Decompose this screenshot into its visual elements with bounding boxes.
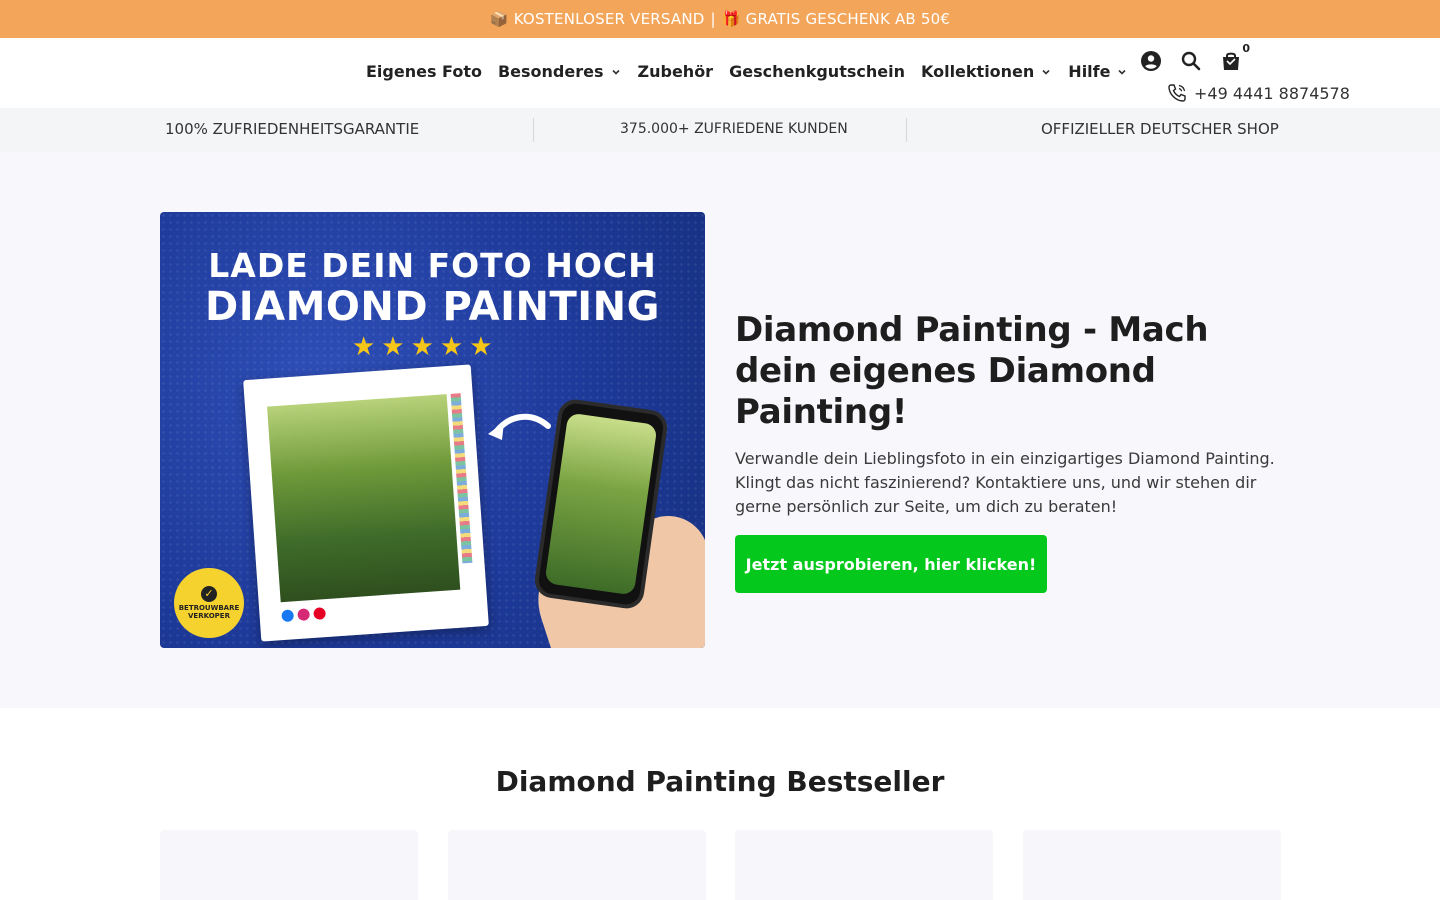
- nav-item-label: Zubehör: [637, 62, 714, 81]
- nav-item-label: Geschenkgutschein: [729, 62, 905, 81]
- nav-item-eigenes-foto[interactable]: Eigenes Foto: [366, 62, 482, 81]
- header-icons: 0: [1138, 42, 1258, 74]
- product-card[interactable]: [160, 830, 418, 900]
- arrow-icon: [488, 413, 551, 440]
- phone-icon: [1168, 84, 1186, 102]
- check-icon: ✓: [201, 585, 217, 602]
- nav-item-label: Hilfe: [1068, 62, 1111, 81]
- product-card[interactable]: [1023, 830, 1281, 900]
- account-icon[interactable]: [1138, 48, 1164, 74]
- bestseller-heading: Diamond Painting Bestseller: [495, 765, 945, 798]
- announcement-shipping: 📦 KOSTENLOSER VERSAND: [489, 10, 705, 28]
- hero-text: Diamond Painting - Mach dein eigenes Dia…: [735, 310, 1285, 593]
- pinterest-icon: [313, 607, 326, 620]
- announcement-separator: |: [710, 10, 716, 28]
- hero-description: Verwandle dein Lieblingsfoto in ein einz…: [735, 449, 1275, 516]
- product-card[interactable]: [448, 830, 706, 900]
- usp-satisfaction: 100% ZUFRIEDENHEITSGARANTIE: [165, 120, 420, 138]
- nav-item-label: Besonderes: [497, 62, 604, 81]
- nav-item-geschenkgutschein[interactable]: Geschenkgutschein: [729, 62, 905, 81]
- announcement-bar: 📦 KOSTENLOSER VERSAND | 🎁 GRATIS GESCHEN…: [0, 0, 1440, 38]
- social-icons: [281, 607, 330, 623]
- hero-image-subheadline: DIAMOND PAINTING: [205, 284, 660, 330]
- search-icon[interactable]: [1178, 48, 1204, 74]
- nav-item-kollektionen[interactable]: Kollektionen: [921, 62, 1052, 81]
- nav-item-label: Kollektionen: [920, 62, 1035, 81]
- cart-icon[interactable]: 0: [1218, 42, 1250, 74]
- instagram-icon: [297, 608, 311, 622]
- usp-bar: 100% ZUFRIEDENHEITSGARANTIE 375.000+ ZUF…: [0, 108, 1440, 152]
- product-card[interactable]: [735, 830, 993, 900]
- nav-item-hilfe[interactable]: Hilfe: [1068, 62, 1128, 81]
- nav-item-zubehoer[interactable]: Zubehör: [638, 62, 714, 81]
- trusted-seller-badge: ✓ BETROUWBARE VERKOPER: [174, 568, 244, 638]
- facebook-icon: [281, 609, 295, 623]
- hero-image[interactable]: LADE DEIN FOTO HOCH DIAMOND PAINTING ★★★…: [160, 212, 705, 648]
- chevron-down-icon: [1118, 69, 1127, 75]
- usp-official-shop: OFFIZIELLER DEUTSCHER SHOP: [1041, 120, 1279, 138]
- phone-number: +49 4441 8874578: [1194, 83, 1350, 103]
- rating-stars: ★★★★★: [352, 332, 499, 362]
- announcement-gift: 🎁 GRATIS GESCHENK AB 50€: [721, 10, 951, 28]
- usp-divider: [533, 118, 534, 142]
- nav-item-besonderes[interactable]: Besonderes: [498, 62, 622, 81]
- nav-item-label: Eigenes Foto: [366, 62, 482, 81]
- smartphone-screen: [544, 412, 658, 596]
- hero-section: LADE DEIN FOTO HOCH DIAMOND PAINTING ★★★…: [0, 152, 1440, 708]
- phone-contact[interactable]: +49 4441 8874578: [1166, 82, 1350, 104]
- badge-line2: VERKOPER: [188, 611, 230, 620]
- chevron-down-icon: [1042, 69, 1050, 75]
- cart-count-badge: 0: [1242, 42, 1250, 55]
- hero-image-headline: LADE DEIN FOTO HOCH: [208, 246, 657, 285]
- usp-customers: 375.000+ ZUFRIEDENE KUNDEN: [620, 121, 848, 137]
- family-photo: [267, 394, 461, 603]
- site-header: Eigenes Foto Besonderes Zubehör Geschenk…: [0, 38, 1440, 108]
- main-nav: Eigenes Foto Besonderes Zubehör Geschenk…: [366, 62, 1144, 81]
- usp-divider: [906, 118, 907, 142]
- try-now-button[interactable]: Jetzt ausprobieren, hier klicken!: [735, 535, 1047, 593]
- chevron-down-icon: [611, 69, 620, 75]
- photo-canvas-frame: [243, 364, 489, 642]
- hero-title: Diamond Painting - Mach dein eigenes Dia…: [735, 310, 1209, 432]
